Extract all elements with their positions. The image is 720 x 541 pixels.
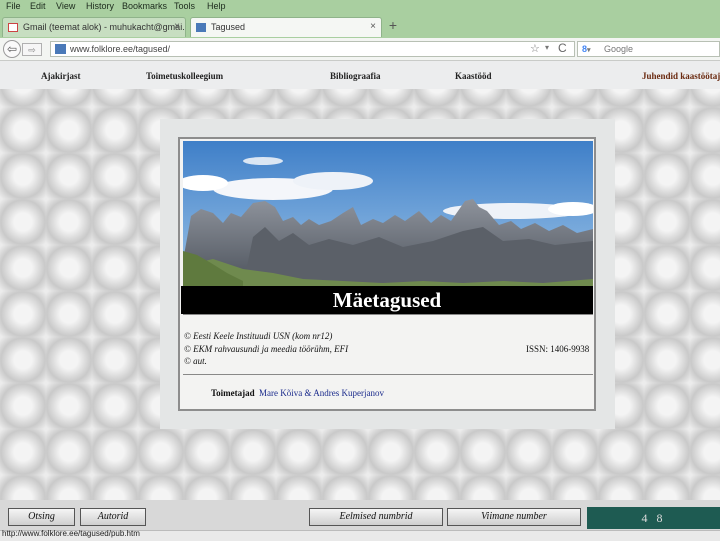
url-text[interactable]: www.folklore.ee/tagused/ xyxy=(70,44,170,54)
latest-issue-button[interactable]: Viimane number xyxy=(447,508,581,526)
nav-link-juhendid[interactable]: Juhendid kaastöötajatele xyxy=(642,71,720,81)
menu-edit[interactable]: Edit xyxy=(30,1,46,11)
back-button[interactable]: ⇦ xyxy=(3,40,21,58)
search-box[interactable] xyxy=(577,41,720,57)
menu-help[interactable]: Help xyxy=(207,1,226,11)
menu-bar: File Edit View History Bookmarks Tools H… xyxy=(0,0,720,14)
mountain-banner-image xyxy=(183,141,593,286)
editors-label: Toimetajad xyxy=(211,388,255,398)
issn-label: ISSN: 1406-9938 xyxy=(526,344,590,354)
search-button[interactable]: Otsing xyxy=(8,508,75,526)
nav-link-toimetuskolleegium[interactable]: Toimetuskolleegium xyxy=(146,71,223,81)
nav-link-bibliograafia[interactable]: Bibliograafia xyxy=(330,71,381,81)
url-dropdown-icon[interactable]: ▾ xyxy=(545,43,549,52)
tab-gmail[interactable]: Gmail (teemat alok) - muhukacht@gmai... … xyxy=(2,17,186,37)
journal-title: Mäetagused xyxy=(332,288,442,312)
editors-link[interactable]: Mare Kõiva & Andres Kuperjanov xyxy=(259,388,384,398)
menu-view[interactable]: View xyxy=(56,1,75,11)
tab-bar: Gmail (teemat alok) - muhukacht@gmai... … xyxy=(0,14,720,38)
google-icon: 8▾ xyxy=(582,44,591,54)
nav-link-ajakirjast[interactable]: Ajakirjast xyxy=(41,71,81,81)
close-icon[interactable]: × xyxy=(174,21,180,32)
tab-gmail-label: Gmail (teemat alok) - muhukacht@gmai... xyxy=(23,22,186,32)
nav-link-kaastood[interactable]: Kaastööd xyxy=(455,71,492,81)
previous-issues-button[interactable]: Eelmised numbrid xyxy=(309,508,443,526)
divider xyxy=(183,374,593,375)
page-favicon-icon xyxy=(196,23,206,32)
menu-tools[interactable]: Tools xyxy=(174,1,195,11)
copyright-line: © aut. xyxy=(184,356,207,366)
close-icon[interactable]: × xyxy=(370,21,376,32)
status-url: http://www.folklore.ee/tagused/pub.htm xyxy=(2,529,140,538)
forward-button[interactable]: ⇨ xyxy=(22,43,42,56)
menu-file[interactable]: File xyxy=(6,1,21,11)
page-number: 4 8 xyxy=(641,511,666,525)
menu-bookmarks[interactable]: Bookmarks xyxy=(122,1,167,11)
tab-tagused-label: Tagused xyxy=(211,22,246,32)
bookmark-star-icon[interactable]: ☆ xyxy=(530,42,540,55)
menu-history[interactable]: History xyxy=(86,1,114,11)
authors-button[interactable]: Autorid xyxy=(80,508,146,526)
reload-icon[interactable]: C xyxy=(558,41,567,55)
tab-tagused[interactable]: Tagused × xyxy=(190,17,382,37)
search-placeholder: Google xyxy=(604,44,634,54)
copyright-line: © EKM rahvausundi ja meedia töörühm, EFI xyxy=(184,344,349,354)
search-engine-dropdown-icon[interactable]: ▾ xyxy=(587,47,591,54)
copyright-line: © Eesti Keele Instituudi USN (kom nr12) xyxy=(184,331,333,341)
divider xyxy=(183,314,593,315)
site-favicon-icon xyxy=(55,44,66,54)
gmail-icon xyxy=(8,23,18,32)
new-tab-button[interactable]: + xyxy=(384,17,402,33)
